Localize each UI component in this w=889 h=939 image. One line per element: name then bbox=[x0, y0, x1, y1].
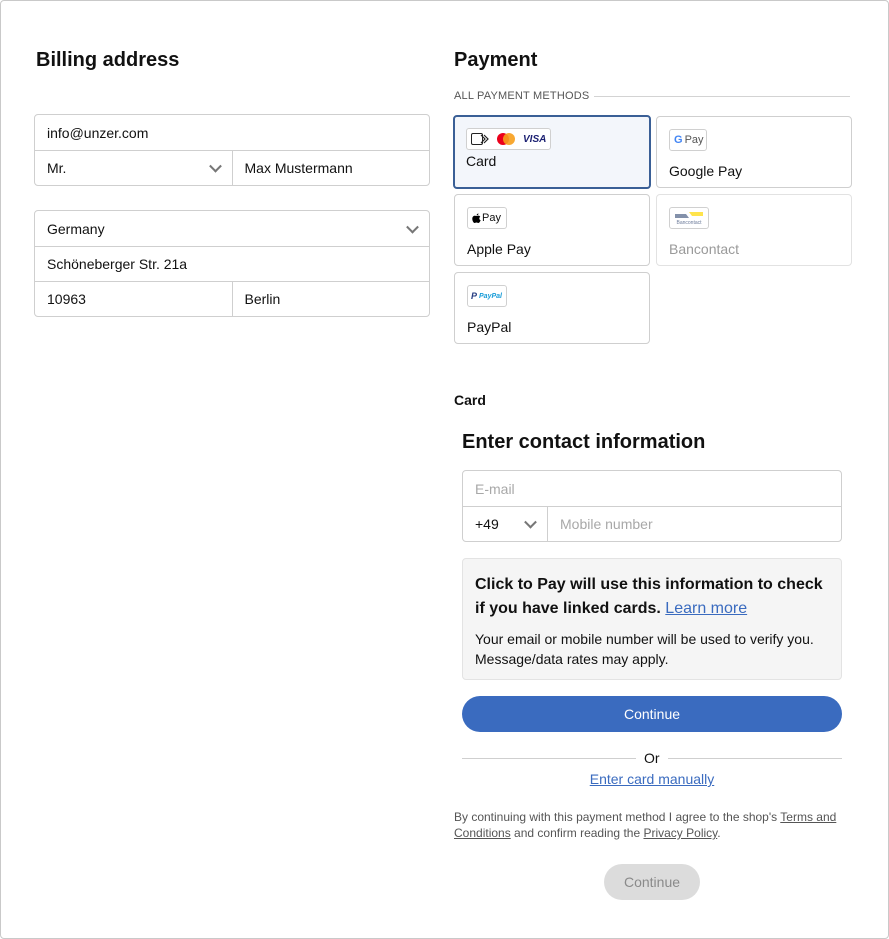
chevron-down-icon bbox=[524, 515, 537, 529]
final-continue-button[interactable]: Continue bbox=[604, 864, 700, 900]
salutation-value: Mr. bbox=[47, 160, 67, 176]
enter-card-manually-link: Enter card manually bbox=[462, 771, 842, 787]
payment-method-apple-pay[interactable]: Pay Apple Pay bbox=[454, 194, 650, 266]
country-code-select[interactable]: +49 bbox=[463, 507, 547, 541]
chevron-down-icon bbox=[208, 159, 222, 173]
continue-button[interactable]: Continue bbox=[462, 696, 842, 732]
checkout-frame: Billing address info@unzer.com Mr. Max M… bbox=[0, 0, 889, 939]
divider bbox=[668, 758, 842, 759]
payment-method-label: Bancontact bbox=[669, 241, 740, 257]
paypal-p-icon: P bbox=[471, 291, 478, 301]
payment-method-paypal[interactable]: P PayPal PayPal bbox=[454, 272, 650, 344]
card-section-heading: Card bbox=[454, 392, 486, 408]
salutation-select[interactable]: Mr. bbox=[35, 151, 232, 185]
name-field[interactable]: Max Mustermann bbox=[231, 151, 430, 185]
google-pay-logo: G Pay bbox=[669, 129, 707, 151]
mobile-number-input[interactable]: Mobile number bbox=[547, 507, 841, 541]
payment-method-label: Card bbox=[466, 153, 497, 169]
paypal-logo: P PayPal bbox=[467, 285, 507, 307]
contact-info-title: Enter contact information bbox=[462, 431, 706, 453]
bancontact-icon bbox=[675, 211, 703, 218]
contact-fields: info@unzer.com Mr. Max Mustermann bbox=[34, 114, 430, 186]
payment-method-google-pay[interactable]: G Pay Google Pay bbox=[656, 116, 852, 188]
address-fields: Germany Schöneberger Str. 21a 10963 Berl… bbox=[34, 210, 430, 317]
payment-method-bancontact[interactable]: Bancontact Bancontact bbox=[656, 194, 852, 266]
email-field[interactable]: info@unzer.com bbox=[35, 115, 429, 150]
or-separator: Or bbox=[644, 750, 660, 766]
learn-more-link[interactable]: Learn more bbox=[665, 600, 747, 617]
payment-method-label: PayPal bbox=[467, 319, 512, 335]
terms-text: By continuing with this payment method I… bbox=[454, 810, 837, 840]
card-brands-logo: VISA bbox=[466, 128, 552, 150]
info-text: Your email or mobile number will be used… bbox=[475, 631, 814, 667]
visa-icon: VISA bbox=[523, 133, 547, 145]
info-heading: Click to Pay will use this information t… bbox=[475, 576, 823, 617]
payment-method-label: Apple Pay bbox=[467, 241, 531, 257]
contact-email-input[interactable]: E-mail bbox=[463, 471, 841, 506]
apple-pay-logo: Pay bbox=[467, 207, 507, 229]
privacy-policy-link[interactable]: Privacy Policy bbox=[643, 826, 717, 840]
chevron-down-icon bbox=[406, 220, 419, 234]
mastercard-icon bbox=[497, 133, 515, 145]
contact-info-fields: E-mail +49 Mobile number bbox=[462, 470, 842, 542]
divider bbox=[594, 96, 850, 97]
google-g-icon: G bbox=[674, 134, 683, 146]
payment-method-label: Google Pay bbox=[669, 163, 743, 179]
country-value: Germany bbox=[47, 220, 105, 237]
payment-title: Payment bbox=[454, 49, 538, 71]
enter-card-manually-text[interactable]: Enter card manually bbox=[590, 771, 715, 787]
payment-methods-label: ALL PAYMENT METHODS bbox=[454, 90, 590, 102]
street-field[interactable]: Schöneberger Str. 21a bbox=[35, 247, 429, 281]
city-field[interactable]: Berlin bbox=[231, 282, 430, 316]
country-select[interactable]: Germany bbox=[35, 211, 429, 246]
divider bbox=[462, 758, 636, 759]
apple-icon bbox=[472, 213, 481, 223]
click-to-pay-info: Click to Pay will use this information t… bbox=[462, 558, 842, 680]
country-code-value: +49 bbox=[475, 516, 499, 532]
payment-method-card[interactable]: VISA Card bbox=[453, 115, 651, 189]
contactless-card-icon bbox=[471, 133, 489, 145]
zip-field[interactable]: 10963 bbox=[35, 282, 232, 316]
billing-title: Billing address bbox=[36, 49, 180, 71]
bancontact-logo: Bancontact bbox=[669, 207, 709, 229]
